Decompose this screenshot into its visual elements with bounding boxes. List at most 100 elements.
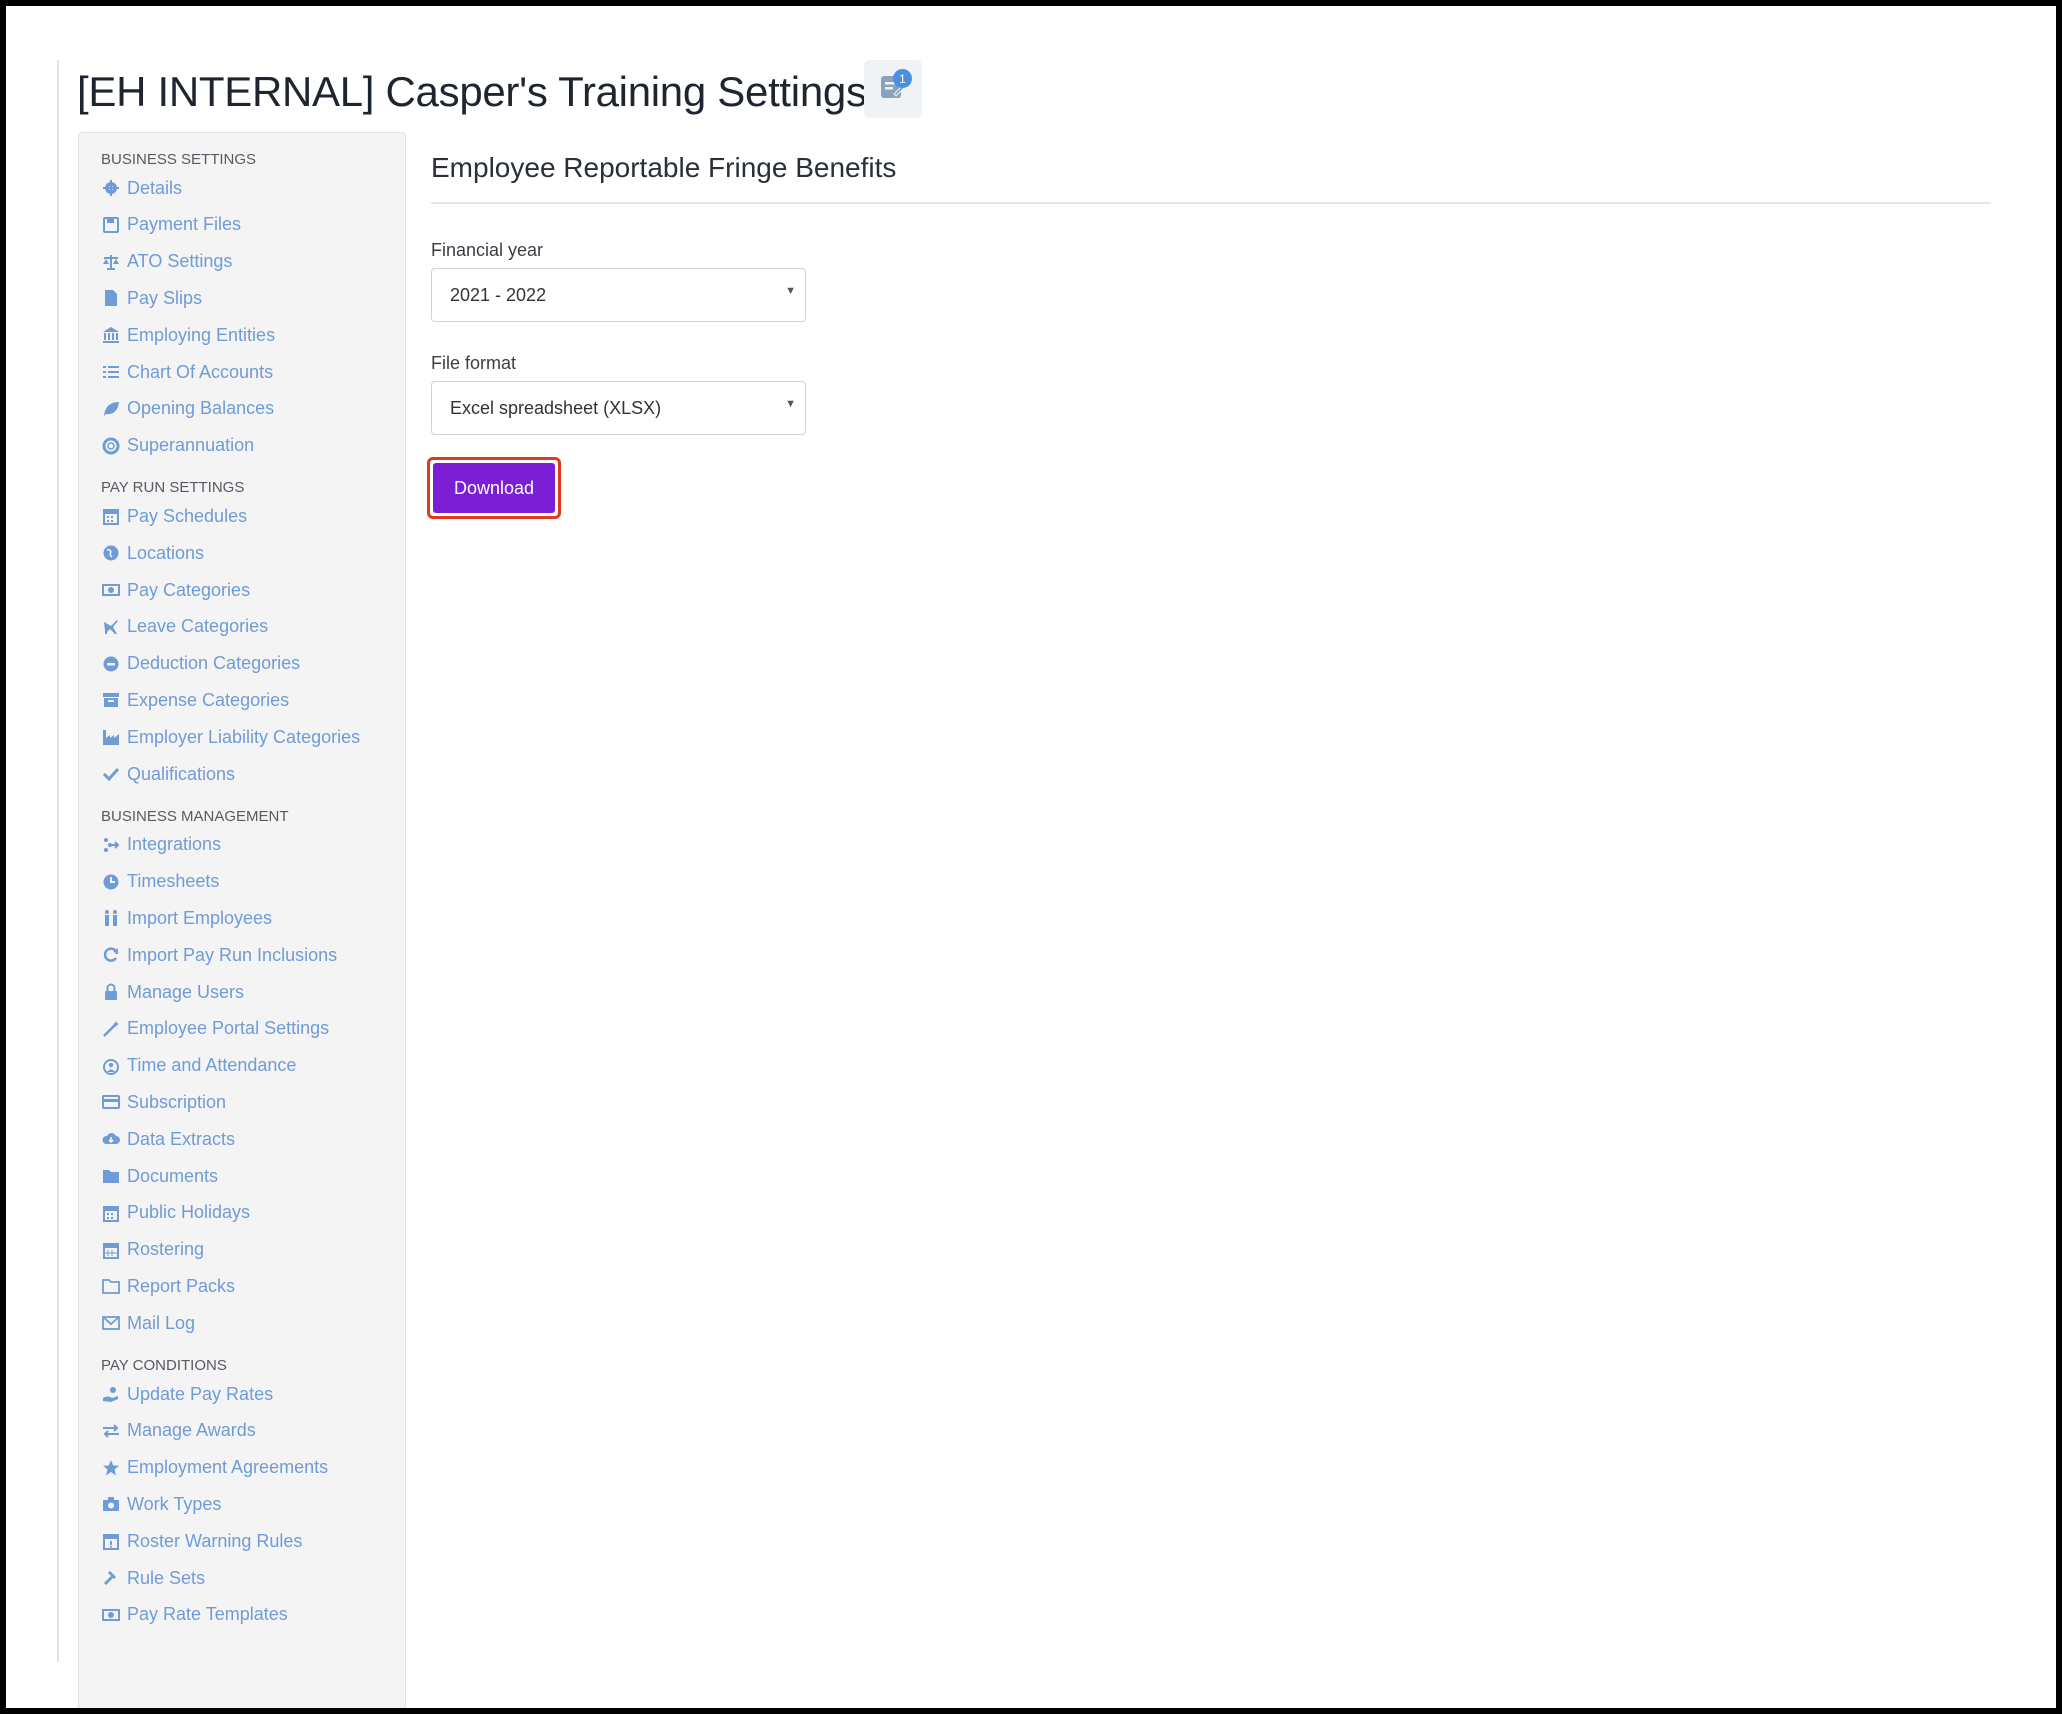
sidebar-item-payment-files[interactable]: Payment Files [101,210,241,240]
file-format-value: Excel spreadsheet (XLSX) [450,397,662,418]
sidebar-item-label: Update Pay Rates [127,1383,274,1404]
heading-divider [431,202,1991,204]
sidebar-item-update-pay-rates[interactable]: Update Pay Rates [101,1379,273,1409]
cloud-download-icon [101,1129,121,1149]
sidebar-item-timesheets[interactable]: Timesheets [101,867,219,897]
sidebar-item-label: Pay Rate Templates [127,1604,288,1625]
section-heading: Employee Reportable Fringe Benefits [431,152,897,183]
sidebar-item-label: Details [127,177,183,198]
sidebar-item-subscription[interactable]: Subscription [101,1087,226,1117]
sidebar-item-label: Import Pay Run Inclusions [127,944,338,965]
sidebar-item-mail-log[interactable]: Mail Log [101,1308,195,1338]
sidebar-item-pay-slips[interactable]: Pay Slips [101,283,202,313]
sidebar-item-label: Leave Categories [127,616,269,637]
globe-icon [101,543,121,563]
clock-icon [101,872,121,892]
sidebar-item-label: Locations [127,542,205,563]
sidebar-item-import-pay-run-inclusions[interactable]: Import Pay Run Inclusions [101,940,337,970]
page-title: [EH INTERNAL] Casper's Training Settings [77,68,867,115]
sidebar-item-integrations[interactable]: Integrations [101,830,221,860]
sidebar-section-heading: PAY CONDITIONS [101,1357,227,1374]
calendar-warning-icon [101,1531,121,1551]
sidebar-item-rule-sets[interactable]: Rule Sets [101,1563,205,1593]
caret-down-icon: ▼ [785,398,796,410]
sidebar-item-ato-settings[interactable]: ATO Settings [101,247,232,277]
sidebar-item-label: Roster Warning Rules [127,1530,303,1551]
sidebar-item-pay-rate-templates[interactable]: Pay Rate Templates [101,1600,288,1630]
sidebar-item-label: Qualifications [127,763,236,784]
sidebar-item-label: Documents [127,1165,219,1186]
integration-icon [101,835,121,855]
sidebar-item-label: Mail Log [127,1312,196,1333]
calendar-grid-icon [101,1240,121,1260]
check-icon [101,764,121,784]
sidebar-item-employment-agreements[interactable]: Employment Agreements [101,1453,328,1483]
sidebar-item-manage-awards[interactable]: Manage Awards [101,1416,256,1446]
sidebar-item-label: Chart Of Accounts [127,361,274,382]
magic-wand-icon [101,1019,121,1039]
sidebar-item-label: Opening Balances [127,398,275,419]
sidebar-item-public-holidays[interactable]: Public Holidays [101,1198,250,1228]
sidebar-item-details[interactable]: Details [101,173,182,203]
sidebar-item-superannuation[interactable]: Superannuation [101,431,254,461]
institution-icon [101,325,121,345]
sidebar-item-label: Integrations [127,834,222,855]
sidebar-item-expense-categories[interactable]: Expense Categories [101,685,289,715]
sidebar-item-label: Pay Categories [127,579,251,600]
sidebar-item-label: Employer Liability Categories [127,726,361,747]
sidebar-item-deduction-categories[interactable]: Deduction Categories [101,649,300,679]
sidebar-section-heading: BUSINESS MANAGEMENT [101,807,289,825]
sidebar-item-chart-of-accounts[interactable]: Chart Of Accounts [101,357,273,387]
settings-sidebar: BUSINESS SETTINGS Details Payment Files ATO… [78,132,406,1708]
sidebar-item-label: Employment Agreements [127,1457,329,1478]
sidebar-item-locations[interactable]: Locations [101,538,204,568]
star-icon [101,1458,121,1478]
sidebar-item-label: ATO Settings [127,251,233,272]
money-icon [101,580,121,600]
sidebar-item-pay-schedules[interactable]: Pay Schedules [101,501,247,531]
sidebar-item-employer-liability-categories[interactable]: Employer Liability Categories [101,722,360,752]
archive-icon [101,690,121,710]
sidebar-section-heading: BUSINESS SETTINGS [101,151,257,168]
financial-year-value: 2021 - 2022 [450,284,547,305]
sidebar-item-label: Rule Sets [127,1567,206,1588]
sidebar-item-label: Data Extracts [127,1128,236,1149]
sidebar-item-employee-portal-settings[interactable]: Employee Portal Settings [101,1014,329,1044]
sidebar-item-work-types[interactable]: Work Types [101,1489,221,1519]
sidebar-item-label: Employee Portal Settings [127,1018,330,1039]
sidebar-item-data-extracts[interactable]: Data Extracts [101,1124,235,1154]
sidebar-item-employing-entities[interactable]: Employing Entities [101,320,275,350]
gavel-icon [101,1568,121,1588]
sidebar-item-time-and-attendance[interactable]: Time and Attendance [101,1051,296,1081]
notes-button[interactable]: 1 [864,60,922,118]
folder-icon [101,1166,121,1186]
notes-count-badge: 1 [893,69,912,88]
sidebar-item-import-employees[interactable]: Import Employees [101,903,272,933]
sidebar-item-manage-users[interactable]: Manage Users [101,977,244,1007]
file-icon [101,288,121,308]
credit-card-icon [101,1092,121,1112]
financial-year-select[interactable]: 2021 - 2022 ▼ [431,268,806,322]
sidebar-item-label: Payment Files [127,214,242,235]
sidebar-item-rostering[interactable]: Rostering [101,1235,204,1265]
sidebar-item-label: Timesheets [127,871,220,892]
sidebar-item-label: Subscription [127,1091,227,1112]
sidebar-item-qualifications[interactable]: Qualifications [101,759,235,789]
app-frame: [EH INTERNAL] Casper's Training Settings… [6,6,2056,1708]
sidebar-item-opening-balances[interactable]: Opening Balances [101,394,274,424]
caret-down-icon: ▼ [785,285,796,297]
sidebar-item-label: Expense Categories [127,689,290,710]
sidebar-item-documents[interactable]: Documents [101,1161,218,1191]
sidebar-item-roster-warning-rules[interactable]: Roster Warning Rules [101,1526,302,1556]
download-button[interactable]: Download [433,463,555,513]
sidebar-item-leave-categories[interactable]: Leave Categories [101,612,268,642]
sidebar-item-label: Rostering [127,1239,205,1260]
sidebar-item-label: Pay Slips [127,287,203,308]
calendar-icon [101,1203,121,1223]
financial-year-label: Financial year [431,240,544,260]
file-format-select[interactable]: Excel spreadsheet (XLSX) ▼ [431,381,806,435]
sidebar-item-pay-categories[interactable]: Pay Categories [101,575,250,605]
hand-money-icon [101,1384,121,1404]
sidebar-item-report-packs[interactable]: Report Packs [101,1271,235,1301]
sidebar-item-label: Deduction Categories [127,653,301,674]
